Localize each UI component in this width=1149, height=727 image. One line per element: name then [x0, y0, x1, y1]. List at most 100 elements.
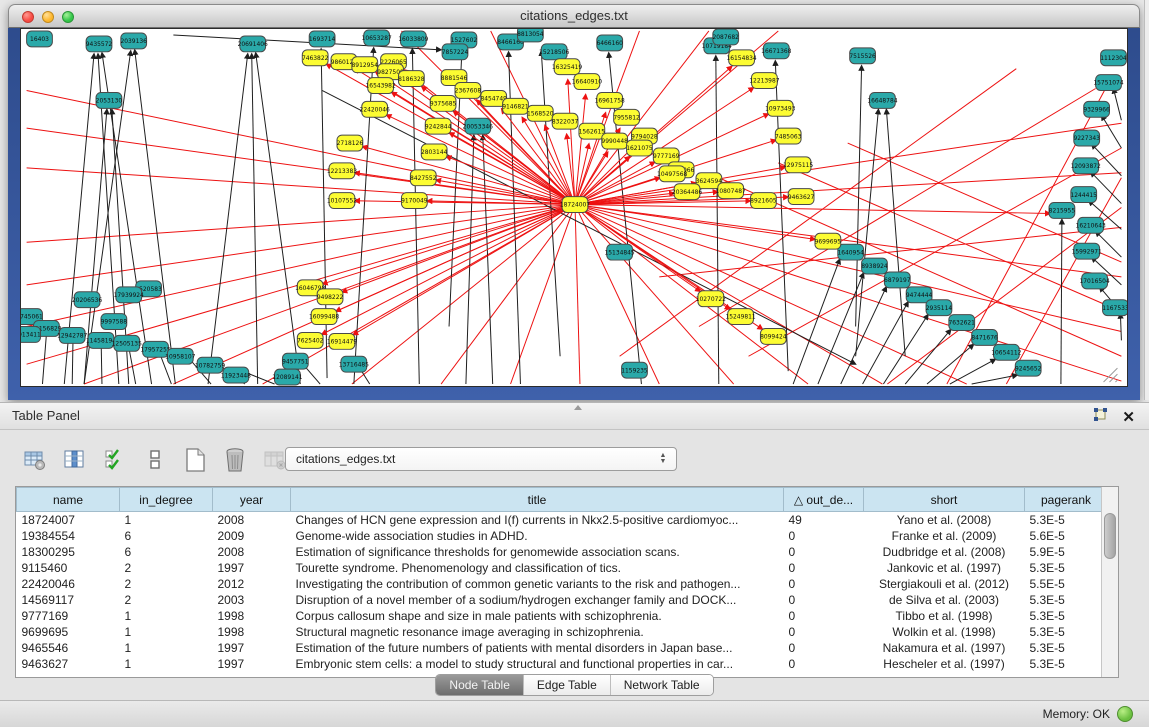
- graph-node[interactable]: 8921605: [750, 193, 777, 209]
- graph-node[interactable]: 8471676: [971, 329, 998, 345]
- graph-node[interactable]: 1640954: [837, 244, 864, 260]
- graph-node[interactable]: 7625402: [297, 332, 324, 348]
- graph-node[interactable]: 9699695: [815, 233, 842, 249]
- column-header-name[interactable]: name: [17, 488, 120, 512]
- graph-node[interactable]: 1693714: [309, 31, 336, 47]
- graph-node[interactable]: 8186328: [398, 71, 425, 87]
- graph-node[interactable]: 15218506: [539, 44, 569, 60]
- graph-node[interactable]: 7515526: [849, 48, 876, 64]
- graph-node[interactable]: 16648784: [867, 92, 897, 108]
- graph-node[interactable]: 17016504: [1080, 273, 1110, 289]
- table-row[interactable]: 977716911998Corpus callosum shape and si…: [17, 608, 1108, 624]
- graph-node[interactable]: 10653287: [362, 30, 392, 46]
- graph-node[interactable]: 2053130: [96, 92, 123, 108]
- graph-node[interactable]: 16961758: [595, 92, 625, 108]
- graph-node[interactable]: 7632621: [949, 315, 976, 331]
- column-header-in_degree[interactable]: in_degree: [120, 488, 213, 512]
- table-row[interactable]: 911546021997Tourette syndrome. Phenomeno…: [17, 560, 1108, 576]
- graph-node[interactable]: 2935114: [926, 300, 953, 316]
- graph-node[interactable]: 9170049: [401, 193, 428, 209]
- graph-node[interactable]: 16403: [27, 31, 53, 47]
- graph-node[interactable]: 9227343: [1073, 130, 1100, 146]
- table-scrollbar[interactable]: [1101, 487, 1118, 677]
- table-row[interactable]: 1456911722003Disruption of a novel membe…: [17, 592, 1108, 608]
- graph-node[interactable]: 13716485: [339, 356, 369, 372]
- table-select-dropdown[interactable]: citations_edges.txt ▲▼: [285, 447, 677, 471]
- graph-node[interactable]: 10782759: [195, 357, 225, 373]
- graph-node[interactable]: 2803144: [421, 144, 448, 160]
- delete-icon[interactable]: [222, 447, 248, 473]
- graph-node[interactable]: 6879197: [884, 272, 911, 288]
- graph-node[interactable]: 9457751: [282, 353, 309, 369]
- graph-node[interactable]: 9498222: [317, 289, 344, 305]
- table-row[interactable]: 1830029562008Estimation of significance …: [17, 544, 1108, 560]
- graph-node[interactable]: 9245652: [1015, 360, 1042, 376]
- graph-node[interactable]: 9375685: [430, 95, 457, 111]
- graph-node[interactable]: 9435572: [86, 36, 113, 52]
- graph-node[interactable]: 9242844: [425, 118, 452, 134]
- graph-node[interactable]: 10807487: [716, 183, 746, 199]
- graph-node[interactable]: 10497568: [657, 166, 687, 182]
- table-row[interactable]: 2242004622012Investigating the contribut…: [17, 576, 1108, 592]
- scrollbar-thumb[interactable]: [1104, 513, 1116, 559]
- graph-node[interactable]: 9329966: [1083, 101, 1110, 117]
- select-all-icon[interactable]: [102, 447, 128, 473]
- graph-node[interactable]: 16640910: [572, 74, 602, 90]
- table-row[interactable]: 946362711997Embryonic stem cells: a mode…: [17, 656, 1108, 672]
- graph-node[interactable]: 8813054: [517, 29, 544, 42]
- graph-node[interactable]: 16210643: [1076, 217, 1106, 233]
- graph-node[interactable]: 12093872: [1071, 158, 1101, 174]
- graph-node[interactable]: 12089141: [272, 369, 302, 385]
- graph-node[interactable]: 15249811: [725, 309, 755, 325]
- graph-node[interactable]: 22420046: [360, 101, 390, 117]
- table-settings-icon[interactable]: [22, 447, 48, 473]
- graph-node[interactable]: 9463627: [788, 189, 815, 205]
- tab-network-table[interactable]: Network Table: [610, 675, 713, 695]
- graph-node[interactable]: 16033809: [398, 31, 428, 47]
- table-row[interactable]: 969969511998Structural magnetic resonanc…: [17, 624, 1108, 640]
- graph-node[interactable]: 2367608: [455, 83, 482, 99]
- graph-node[interactable]: 20053346: [463, 118, 493, 134]
- graph-node[interactable]: 20691406: [238, 36, 268, 52]
- graph-node[interactable]: 1568520: [527, 105, 554, 121]
- graph-node[interactable]: 7463822: [302, 50, 329, 66]
- graph-node[interactable]: 16671368: [761, 43, 791, 59]
- graph-node[interactable]: 16543982: [366, 78, 396, 94]
- graph-node[interactable]: 15134845: [604, 244, 634, 260]
- window-titlebar[interactable]: citations_edges.txt: [8, 4, 1140, 28]
- column-header-year[interactable]: year: [213, 488, 291, 512]
- graph-node[interactable]: 7485063: [775, 128, 802, 144]
- graph-node[interactable]: 8099424: [760, 328, 787, 344]
- graph-node[interactable]: 2087682: [712, 29, 739, 45]
- graph-node[interactable]: 16914479: [327, 333, 357, 349]
- column-header-out_de[interactable]: △ out_de...: [784, 488, 864, 512]
- close-window-button[interactable]: [22, 11, 34, 23]
- graph-node[interactable]: 1244415: [1070, 187, 1097, 203]
- zoom-window-button[interactable]: [62, 11, 74, 23]
- graph-node-hub[interactable]: 18724007: [560, 197, 590, 213]
- minimize-window-button[interactable]: [42, 11, 54, 23]
- table-row[interactable]: 1872400712008Changes of HCN gene express…: [17, 512, 1108, 529]
- graph-node[interactable]: 16099488: [309, 309, 339, 325]
- graph-node[interactable]: 7857224: [442, 44, 469, 60]
- graph-node[interactable]: 2039136: [120, 33, 147, 49]
- column-header-short[interactable]: short: [864, 488, 1025, 512]
- column-header-title[interactable]: title: [291, 488, 784, 512]
- tab-edge-table[interactable]: Edge Table: [523, 675, 610, 695]
- graph-node[interactable]: 3913411: [21, 327, 41, 343]
- graph-node[interactable]: 8427552: [410, 170, 437, 186]
- table-row[interactable]: 1938455462009Genome-wide association stu…: [17, 528, 1108, 544]
- graph-node[interactable]: 1112304: [1100, 50, 1127, 66]
- show-column-icon[interactable]: [62, 447, 88, 473]
- tab-node-table[interactable]: Node Table: [436, 675, 523, 695]
- graph-node[interactable]: 7955812: [613, 109, 640, 125]
- close-panel-icon[interactable]: ✕: [1122, 409, 1135, 427]
- graph-node[interactable]: 2718126: [337, 135, 364, 151]
- graph-node[interactable]: 15751074: [1093, 75, 1123, 91]
- graph-node[interactable]: 1621075: [626, 140, 653, 156]
- graph-node[interactable]: 17939924: [114, 287, 144, 303]
- graph-node[interactable]: 12213987: [749, 73, 779, 89]
- new-document-icon[interactable]: [182, 447, 208, 473]
- unselect-all-icon[interactable]: [142, 447, 168, 473]
- graph-node[interactable]: 12942787: [57, 327, 87, 343]
